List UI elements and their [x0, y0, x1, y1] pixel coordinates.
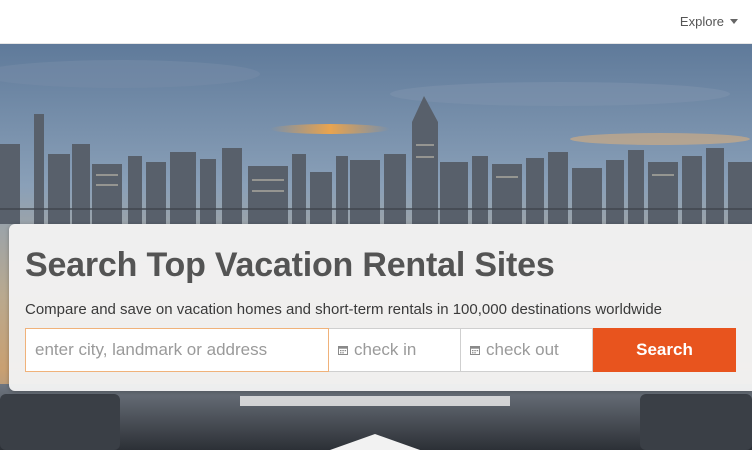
caret-down-icon [730, 19, 738, 24]
calendar-icon [338, 346, 348, 355]
check-in-input[interactable]: check in [329, 328, 461, 372]
check-in-placeholder: check in [354, 340, 417, 359]
top-nav-bar: Explore [0, 0, 752, 44]
check-out-placeholder: check out [486, 340, 559, 359]
page-title: Search Top Vacation Rental Sites [25, 246, 555, 284]
search-button[interactable]: Search [593, 328, 736, 372]
page-subtitle: Compare and save on vacation homes and s… [25, 301, 663, 318]
search-form: enter city, landmark or address check in… [25, 328, 736, 372]
check-out-input[interactable]: check out [461, 328, 593, 372]
calendar-icon [470, 346, 480, 355]
location-placeholder: enter city, landmark or address [35, 340, 268, 359]
search-panel: Search Top Vacation Rental Sites Compare… [9, 224, 752, 391]
explore-label: Explore [679, 13, 724, 29]
explore-dropdown[interactable]: Explore [680, 11, 738, 31]
location-input[interactable]: enter city, landmark or address [25, 328, 329, 372]
